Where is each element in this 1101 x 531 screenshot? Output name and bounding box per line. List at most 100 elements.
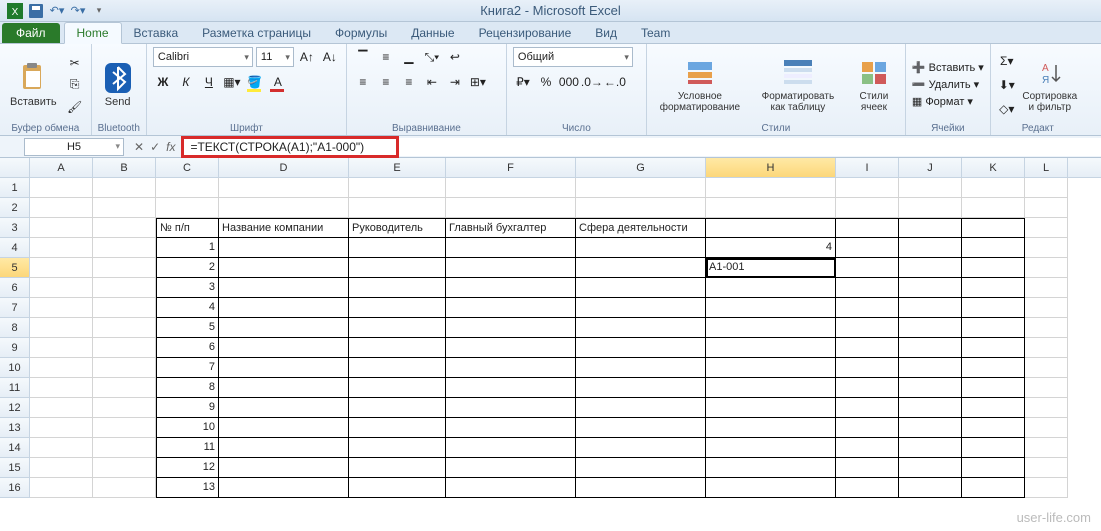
cell-B2[interactable]	[93, 198, 156, 218]
excel-icon[interactable]: X	[6, 2, 24, 20]
cell-K14[interactable]	[962, 438, 1025, 458]
cell-I8[interactable]	[836, 318, 899, 338]
bluetooth-send-button[interactable]: Send	[98, 60, 138, 110]
cell-J9[interactable]	[899, 338, 962, 358]
tab-page-layout[interactable]: Разметка страницы	[190, 23, 323, 43]
cell-B3[interactable]	[93, 218, 156, 238]
cell-E14[interactable]	[349, 438, 446, 458]
cell-C12[interactable]: 9	[156, 398, 219, 418]
cell-B9[interactable]	[93, 338, 156, 358]
cell-C5[interactable]: 2	[156, 258, 219, 278]
cell-G6[interactable]	[576, 278, 706, 298]
cell-H11[interactable]	[706, 378, 836, 398]
cell-I12[interactable]	[836, 398, 899, 418]
cell-L5[interactable]	[1025, 258, 1068, 278]
cell-H6[interactable]	[706, 278, 836, 298]
decrease-font-icon[interactable]: A↓	[320, 47, 340, 67]
cell-F12[interactable]	[446, 398, 576, 418]
cell-F5[interactable]	[446, 258, 576, 278]
cell-D13[interactable]	[219, 418, 349, 438]
tab-home[interactable]: Home	[64, 22, 122, 44]
cell-I6[interactable]	[836, 278, 899, 298]
cell-B10[interactable]	[93, 358, 156, 378]
cell-D7[interactable]	[219, 298, 349, 318]
cell-D3[interactable]: Название компании	[219, 218, 349, 238]
row-header-7[interactable]: 7	[0, 298, 30, 318]
cell-A1[interactable]	[30, 178, 93, 198]
comma-icon[interactable]: 000	[559, 72, 579, 92]
tab-review[interactable]: Рецензирование	[467, 23, 584, 43]
cut-icon[interactable]: ✂	[65, 53, 85, 73]
cell-A13[interactable]	[30, 418, 93, 438]
font-name-combo[interactable]: Calibri	[153, 47, 253, 67]
cell-L12[interactable]	[1025, 398, 1068, 418]
cell-I2[interactable]	[836, 198, 899, 218]
row-header-1[interactable]: 1	[0, 178, 30, 198]
cell-A11[interactable]	[30, 378, 93, 398]
cell-K12[interactable]	[962, 398, 1025, 418]
formula-bar-rest[interactable]	[399, 138, 1101, 156]
cell-F9[interactable]	[446, 338, 576, 358]
cell-G14[interactable]	[576, 438, 706, 458]
cell-E8[interactable]	[349, 318, 446, 338]
cell-A14[interactable]	[30, 438, 93, 458]
italic-button[interactable]: К	[176, 72, 196, 92]
cell-G16[interactable]	[576, 478, 706, 498]
col-header-A[interactable]: A	[30, 158, 93, 177]
align-left-icon[interactable]: ≡	[353, 72, 373, 92]
copy-icon[interactable]: ⎘	[65, 75, 85, 95]
cell-F11[interactable]	[446, 378, 576, 398]
cell-G7[interactable]	[576, 298, 706, 318]
orientation-icon[interactable]: ⤡▾	[422, 47, 442, 67]
cell-G12[interactable]	[576, 398, 706, 418]
cell-B4[interactable]	[93, 238, 156, 258]
cell-H15[interactable]	[706, 458, 836, 478]
row-header-4[interactable]: 4	[0, 238, 30, 258]
cell-A9[interactable]	[30, 338, 93, 358]
fill-icon[interactable]: ⬇▾	[997, 75, 1017, 95]
percent-icon[interactable]: %	[536, 72, 556, 92]
cell-B13[interactable]	[93, 418, 156, 438]
row-header-9[interactable]: 9	[0, 338, 30, 358]
cell-A7[interactable]	[30, 298, 93, 318]
cell-J11[interactable]	[899, 378, 962, 398]
file-tab[interactable]: Файл	[2, 23, 60, 43]
cell-D15[interactable]	[219, 458, 349, 478]
cell-A5[interactable]	[30, 258, 93, 278]
cell-L16[interactable]	[1025, 478, 1068, 498]
cell-H16[interactable]	[706, 478, 836, 498]
fill-color-icon[interactable]: 🪣	[245, 72, 265, 92]
cell-H14[interactable]	[706, 438, 836, 458]
cell-B1[interactable]	[93, 178, 156, 198]
cell-C7[interactable]: 4	[156, 298, 219, 318]
select-all-corner[interactable]	[0, 158, 30, 177]
row-header-10[interactable]: 10	[0, 358, 30, 378]
cell-A2[interactable]	[30, 198, 93, 218]
col-header-F[interactable]: F	[446, 158, 576, 177]
cell-styles-button[interactable]: Стили ячеек	[849, 55, 899, 115]
undo-icon[interactable]: ↶▾	[48, 2, 66, 20]
cell-I7[interactable]	[836, 298, 899, 318]
row-header-8[interactable]: 8	[0, 318, 30, 338]
cell-D16[interactable]	[219, 478, 349, 498]
cell-H13[interactable]	[706, 418, 836, 438]
cell-D10[interactable]	[219, 358, 349, 378]
cell-C13[interactable]: 10	[156, 418, 219, 438]
decrease-indent-icon[interactable]: ⇤	[422, 72, 442, 92]
cell-E10[interactable]	[349, 358, 446, 378]
cell-L14[interactable]	[1025, 438, 1068, 458]
row-header-12[interactable]: 12	[0, 398, 30, 418]
increase-font-icon[interactable]: A↑	[297, 47, 317, 67]
cell-B5[interactable]	[93, 258, 156, 278]
border-icon[interactable]: ▦▾	[222, 72, 242, 92]
cell-H7[interactable]	[706, 298, 836, 318]
cell-I11[interactable]	[836, 378, 899, 398]
cell-J1[interactable]	[899, 178, 962, 198]
cell-J3[interactable]	[899, 218, 962, 238]
cell-L3[interactable]	[1025, 218, 1068, 238]
name-box[interactable]: H5	[24, 138, 124, 156]
tab-data[interactable]: Данные	[399, 23, 466, 43]
cell-C14[interactable]: 11	[156, 438, 219, 458]
wrap-text-icon[interactable]: ↩	[445, 47, 465, 67]
autosum-icon[interactable]: Σ▾	[997, 51, 1017, 71]
